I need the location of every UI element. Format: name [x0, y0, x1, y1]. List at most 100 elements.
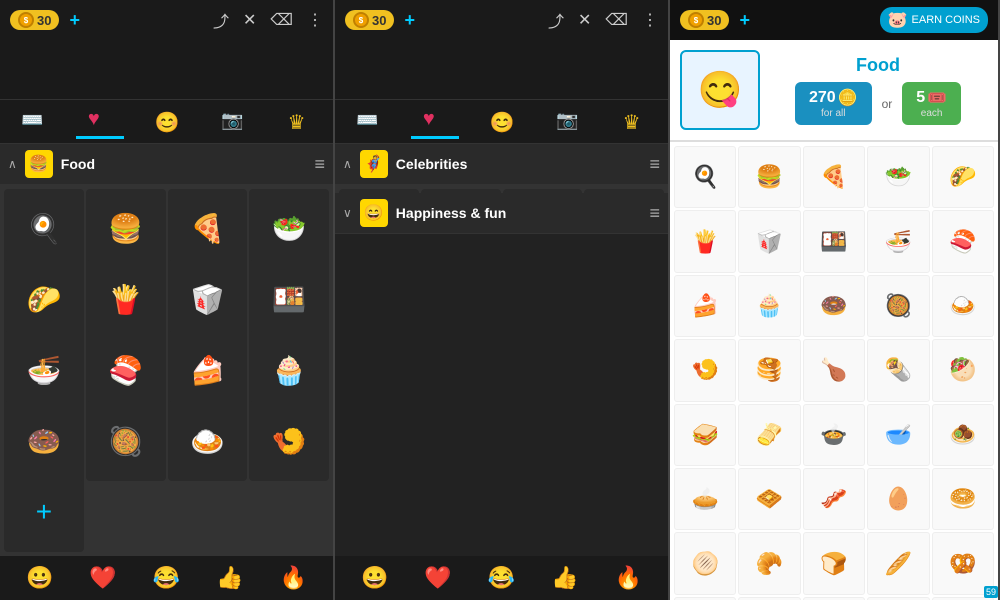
backspace-icon-2[interactable]: ⌫ — [605, 10, 628, 30]
sticker-cell[interactable]: 🍰 — [168, 331, 248, 411]
pack-sticker-cell[interactable]: 🥙 — [932, 339, 994, 401]
pack-sticker-cell[interactable]: 🥓 — [803, 468, 865, 530]
pack-sticker-cell[interactable]: 🥗 — [867, 146, 929, 208]
pack-sticker-cell[interactable]: 🍗 — [803, 339, 865, 401]
sticker-cell[interactable]: 🥗 — [249, 189, 329, 269]
pack-sticker-cell[interactable]: 🧆 — [932, 404, 994, 466]
celebrity-sticker-cell[interactable]: 🛡️ — [503, 191, 583, 193]
buy-all-button[interactable]: 270 🪙 for all — [795, 82, 872, 125]
pack-sticker-cell[interactable]: 🍱 — [803, 210, 865, 272]
pack-sticker-cell[interactable]: 🥣 — [867, 404, 929, 466]
pack-sticker-cell[interactable]: 🍞 — [803, 532, 865, 594]
sticker-cell[interactable]: 🍛 — [168, 401, 248, 481]
bottom-emoji-1[interactable]: 😀 — [26, 565, 53, 591]
pack-sticker-cell[interactable]: 🥘 — [867, 275, 929, 337]
bottom-emoji-p2-3[interactable]: 😂 — [488, 565, 515, 591]
buy-each-button[interactable]: 5 🎟️ each — [902, 82, 961, 125]
pack-sticker-cell[interactable]: 🧁 — [738, 275, 800, 337]
tab-emoji-1[interactable]: 😊 — [142, 106, 190, 138]
plus-button-2[interactable]: + — [404, 10, 415, 31]
pack-sticker-cell[interactable]: 🥞 — [738, 339, 800, 401]
tab-camera-2[interactable]: 📷 — [544, 106, 592, 138]
menu-icon-2[interactable]: ⋮ — [642, 10, 658, 30]
sticker-cell[interactable]: 🥡 — [168, 260, 248, 340]
sticker-cell[interactable]: 🌮 — [4, 260, 84, 340]
bottom-emoji-p2-1[interactable]: 😀 — [361, 565, 388, 591]
bottom-emoji-p2-4[interactable]: 👍 — [551, 565, 578, 591]
chevron-icon-3[interactable]: ∨ — [343, 206, 352, 220]
pack-sticker-cell[interactable]: 🌮 — [932, 146, 994, 208]
pack-sticker-cell[interactable]: 🍛 — [932, 275, 994, 337]
chevron-icon-2[interactable]: ∧ — [343, 157, 352, 171]
menu-icon-1[interactable]: ⋮ — [307, 10, 323, 30]
bottom-emoji-3[interactable]: 😂 — [153, 565, 180, 591]
plus-button-3[interactable]: + — [739, 10, 750, 31]
sticker-preview: 😋 59 — [680, 50, 760, 130]
bottom-emoji-p2-5[interactable]: 🔥 — [615, 565, 642, 591]
tab-keyboard-2[interactable]: ⌨️ — [344, 106, 392, 138]
bottom-emoji-5[interactable]: 🔥 — [280, 565, 307, 591]
sticker-cell[interactable]: 🍤 — [249, 401, 329, 481]
pack-sticker-cell[interactable]: 🥖 — [867, 532, 929, 594]
close-icon-2[interactable]: ✕ — [578, 10, 591, 30]
pack-sticker-cell[interactable]: 🍕 — [803, 146, 865, 208]
pack-sticker-cell[interactable]: 🥧 — [674, 468, 736, 530]
bottom-emoji-4[interactable]: 👍 — [216, 565, 243, 591]
pack-sticker-cell[interactable]: 🥚 — [867, 468, 929, 530]
add-sticker-button-1[interactable]: + — [4, 472, 84, 552]
sticker-cell[interactable]: 🍱 — [249, 260, 329, 340]
pack-sticker-cell[interactable]: 🥐 — [738, 532, 800, 594]
tab-crown-2[interactable]: ♛ — [611, 106, 659, 138]
chevron-icon-1[interactable]: ∧ — [8, 157, 17, 171]
section-menu-icon-2[interactable]: ≡ — [649, 154, 660, 175]
celebrity-sticker-cell[interactable]: 🦸 — [339, 191, 419, 193]
tab-heart-1[interactable]: ♥ — [76, 104, 124, 139]
earn-coins-button[interactable]: 🐷 EARN COINS — [880, 7, 988, 33]
pack-sticker-cell[interactable]: 🥯 — [932, 468, 994, 530]
sticker-cell[interactable]: 🍕 — [168, 189, 248, 269]
pack-sticker-cell[interactable]: 🍩 — [803, 275, 865, 337]
sticker-cell[interactable]: 🍟 — [86, 260, 166, 340]
section-menu-icon-1[interactable]: ≡ — [314, 154, 325, 175]
bottom-emoji-p2-2[interactable]: ❤️ — [424, 565, 451, 591]
coin-badge-3[interactable]: $ 30 — [680, 10, 729, 30]
sticker-cell[interactable]: 🥘 — [86, 401, 166, 481]
close-icon-1[interactable]: ✕ — [243, 10, 256, 30]
celebrities-section-header: ∧ 🦸 Celebrities ≡ — [335, 144, 668, 185]
share-icon-1[interactable]: ⤴ — [213, 8, 229, 32]
sticker-cell[interactable]: 🍣 — [86, 331, 166, 411]
sticker-cell[interactable]: 🧁 — [249, 331, 329, 411]
celebrity-sticker-cell[interactable]: 🔴 — [421, 191, 501, 193]
pack-sticker-cell[interactable]: 🫔 — [738, 404, 800, 466]
tab-camera-1[interactable]: 📷 — [209, 106, 257, 138]
tab-heart-2[interactable]: ♥ — [411, 104, 459, 139]
pack-sticker-cell[interactable]: 🍰 — [674, 275, 736, 337]
pack-sticker-cell[interactable]: 🍟 — [674, 210, 736, 272]
celebrity-sticker-cell[interactable]: 💚 — [584, 191, 664, 193]
pack-sticker-cell[interactable]: 🍣 — [932, 210, 994, 272]
plus-button-1[interactable]: + — [69, 10, 80, 31]
tab-keyboard-1[interactable]: ⌨️ — [9, 106, 57, 138]
bottom-emoji-2[interactable]: ❤️ — [89, 565, 116, 591]
section-menu-icon-3[interactable]: ≡ — [649, 203, 660, 224]
sticker-cell[interactable]: 🍳 — [4, 189, 84, 269]
pack-sticker-cell[interactable]: 🫓 — [674, 532, 736, 594]
backspace-icon-1[interactable]: ⌫ — [270, 10, 293, 30]
pack-sticker-cell[interactable]: 🍜 — [867, 210, 929, 272]
share-icon-2[interactable]: ⤴ — [548, 8, 564, 32]
pack-sticker-cell[interactable]: 🌯 — [867, 339, 929, 401]
pack-sticker-cell[interactable]: 🧇 — [738, 468, 800, 530]
pack-sticker-cell[interactable]: 🥪 — [674, 404, 736, 466]
coin-badge-2[interactable]: $ 30 — [345, 10, 394, 30]
pack-sticker-cell[interactable]: 🍲 — [803, 404, 865, 466]
pack-sticker-cell[interactable]: 🍳 — [674, 146, 736, 208]
tab-crown-1[interactable]: ♛ — [276, 106, 324, 138]
tab-emoji-2[interactable]: 😊 — [477, 106, 525, 138]
sticker-cell[interactable]: 🍩 — [4, 401, 84, 481]
sticker-cell[interactable]: 🍜 — [4, 331, 84, 411]
pack-sticker-cell[interactable]: 🥡 — [738, 210, 800, 272]
sticker-cell[interactable]: 🍔 — [86, 189, 166, 269]
pack-sticker-cell[interactable]: 🍤 — [674, 339, 736, 401]
pack-sticker-cell[interactable]: 🍔 — [738, 146, 800, 208]
coin-badge-1[interactable]: $ 30 — [10, 10, 59, 30]
